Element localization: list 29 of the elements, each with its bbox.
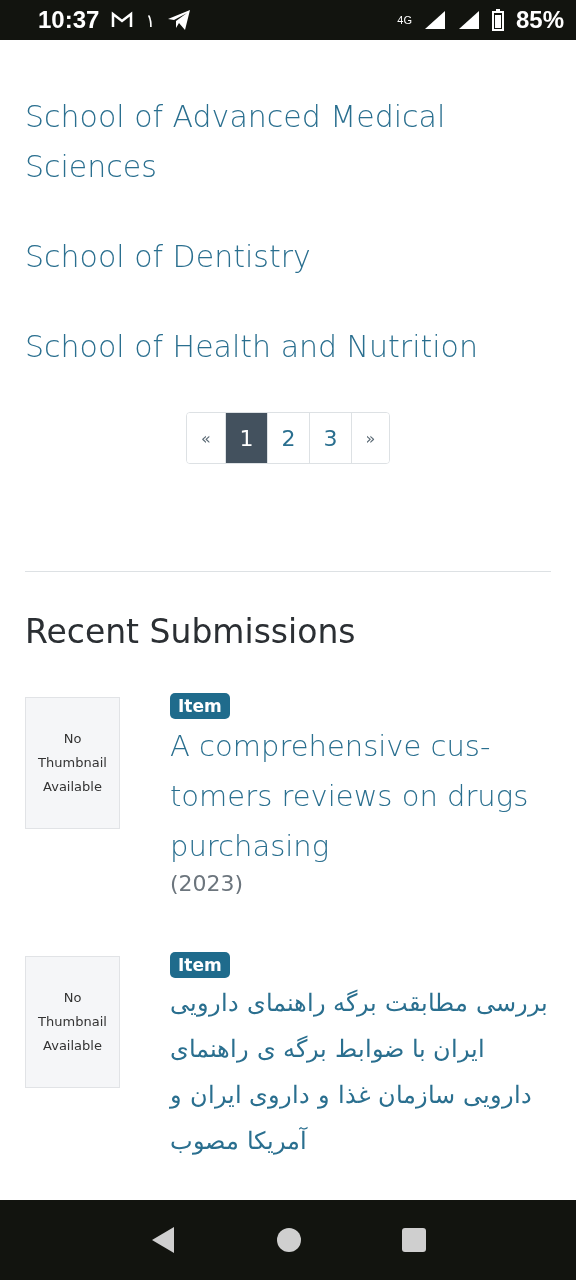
notification-mark: ١ [145,9,156,31]
page-button[interactable]: 1 [225,413,267,463]
placeholder-text: Available [43,1037,102,1055]
home-icon[interactable] [277,1228,301,1252]
item-badge: Item [170,952,230,978]
placeholder-text: No [63,730,82,748]
community-link[interactable]: School of Health and Nutrition [25,322,551,372]
community-link[interactable]: School of Dentistry [25,232,551,282]
battery-icon [491,9,504,31]
network-type: 4G [397,14,412,26]
battery-percent: 85% [515,6,564,34]
item-date: (2023) [170,871,244,896]
signal-icon [457,10,480,30]
item-title-link[interactable]: A comprehensive cus-tomers reviews on drugs purchasing [170,721,551,871]
placeholder-text: Thumbnail [38,1013,107,1031]
placeholder-text: No [63,989,82,1007]
section-heading: Recent Submissions [25,612,357,651]
placeholder-text: Available [43,778,102,796]
placeholder-text: Thumbnail [38,754,107,772]
signal-icon [423,10,446,30]
item-badge: Item [170,693,230,719]
recents-icon[interactable] [401,1228,426,1252]
item-title-link[interactable]: بررسی مطابقت برگه راهنمای دارویی ایران با ضوابط برگه ی راهنمای دارویی سازمان غذا و داروی ایران و آمریکا مصوب [170,980,551,1164]
back-icon[interactable] [150,1226,177,1254]
mail-icon [111,11,134,29]
community-link[interactable]: School of Advanced Medical Sciences [25,92,551,192]
next-page-button[interactable]: » [351,413,389,463]
status-time: 10:37 [38,6,100,34]
paper-plane-icon [167,9,192,31]
